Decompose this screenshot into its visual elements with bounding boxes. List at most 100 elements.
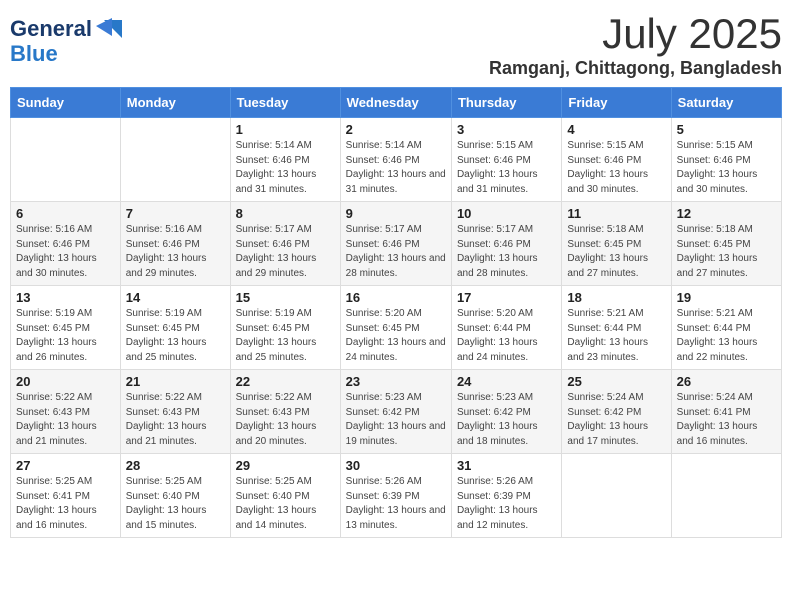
day-info: Sunrise: 5:19 AM Sunset: 6:45 PM Dayligh… — [236, 307, 335, 365]
day-number: 24 — [457, 374, 556, 389]
calendar-table: SundayMondayTuesdayWednesdayThursdayFrid… — [10, 87, 782, 538]
day-number: 31 — [457, 458, 556, 473]
calendar-cell: 12 Sunrise: 5:18 AM Sunset: 6:45 PM Dayli… — [671, 202, 781, 286]
weekday-header-tuesday: Tuesday — [230, 88, 340, 118]
calendar-cell: 17Sunrise: 5:20 AM Sunset: 6:44 PM Dayli… — [451, 286, 561, 370]
day-number: 5 — [677, 122, 776, 137]
month-title: July 2025 — [489, 10, 782, 58]
day-info: Sunrise: 5:15 AM Sunset: 6:46 PM Dayligh… — [567, 139, 665, 197]
logo-text-blue: Blue — [10, 41, 58, 66]
day-number: 7 — [126, 206, 225, 221]
day-number: 6 — [16, 206, 115, 221]
calendar-cell: 2Sunrise: 5:14 AM Sunset: 6:46 PM Daylig… — [340, 118, 451, 202]
location-title: Ramganj, Chittagong, Bangladesh — [489, 58, 782, 79]
day-number: 28 — [126, 458, 225, 473]
day-number: 15 — [236, 290, 335, 305]
week-row-1: 1 Sunrise: 5:14 AM Sunset: 6:46 PM Daylig… — [11, 118, 782, 202]
calendar-cell: 31Sunrise: 5:26 AM Sunset: 6:39 PM Dayli… — [451, 454, 561, 538]
day-info: Sunrise: 5:14 AM Sunset: 6:46 PM Dayligh… — [236, 139, 335, 197]
day-number: 12 — [677, 206, 776, 221]
day-info: Sunrise: 5:21 AM Sunset: 6:44 PM Dayligh… — [677, 307, 776, 365]
day-number: 11 — [567, 206, 665, 221]
day-number: 21 — [126, 374, 225, 389]
title-area: July 2025 Ramganj, Chittagong, Banglades… — [489, 10, 782, 79]
day-number: 18 — [567, 290, 665, 305]
day-info: Sunrise: 5:14 AM Sunset: 6:46 PM Dayligh… — [346, 139, 446, 197]
day-number: 8 — [236, 206, 335, 221]
calendar-cell: 11Sunrise: 5:18 AM Sunset: 6:45 PM Dayli… — [562, 202, 671, 286]
day-number: 13 — [16, 290, 115, 305]
calendar-cell: 22Sunrise: 5:22 AM Sunset: 6:43 PM Dayli… — [230, 370, 340, 454]
page-header: General Blue July 2025 Ramganj, Chittago… — [10, 10, 782, 79]
day-number: 25 — [567, 374, 665, 389]
day-info: Sunrise: 5:18 AM Sunset: 6:45 PM Dayligh… — [677, 223, 776, 281]
calendar-cell: 5 Sunrise: 5:15 AM Sunset: 6:46 PM Daylig… — [671, 118, 781, 202]
calendar-cell: 20 Sunrise: 5:22 AM Sunset: 6:43 PM Dayli… — [11, 370, 121, 454]
calendar-cell: 28 Sunrise: 5:25 AM Sunset: 6:40 PM Dayli… — [120, 454, 230, 538]
day-number: 10 — [457, 206, 556, 221]
day-number: 27 — [16, 458, 115, 473]
day-number: 20 — [16, 374, 115, 389]
day-number: 4 — [567, 122, 665, 137]
weekday-header-sunday: Sunday — [11, 88, 121, 118]
week-row-4: 20 Sunrise: 5:22 AM Sunset: 6:43 PM Dayli… — [11, 370, 782, 454]
calendar-cell: 26 Sunrise: 5:24 AM Sunset: 6:41 PM Dayli… — [671, 370, 781, 454]
day-info: Sunrise: 5:19 AM Sunset: 6:45 PM Dayligh… — [126, 307, 225, 365]
week-row-2: 6 Sunrise: 5:16 AM Sunset: 6:46 PM Daylig… — [11, 202, 782, 286]
calendar-cell: 16 Sunrise: 5:20 AM Sunset: 6:45 PM Dayli… — [340, 286, 451, 370]
day-info: Sunrise: 5:15 AM Sunset: 6:46 PM Dayligh… — [677, 139, 776, 197]
day-info: Sunrise: 5:15 AM Sunset: 6:46 PM Dayligh… — [457, 139, 556, 197]
calendar-cell: 27 Sunrise: 5:25 AM Sunset: 6:41 PM Dayli… — [11, 454, 121, 538]
calendar-cell: 15 Sunrise: 5:19 AM Sunset: 6:45 PM Dayli… — [230, 286, 340, 370]
calendar-cell — [671, 454, 781, 538]
calendar-cell: 29Sunrise: 5:25 AM Sunset: 6:40 PM Dayli… — [230, 454, 340, 538]
day-info: Sunrise: 5:22 AM Sunset: 6:43 PM Dayligh… — [126, 391, 225, 449]
calendar-cell: 3 Sunrise: 5:15 AM Sunset: 6:46 PM Daylig… — [451, 118, 561, 202]
day-number: 1 — [236, 122, 335, 137]
weekday-header-wednesday: Wednesday — [340, 88, 451, 118]
calendar-cell: 30Sunrise: 5:26 AM Sunset: 6:39 PM Dayli… — [340, 454, 451, 538]
calendar-cell: 8 Sunrise: 5:17 AM Sunset: 6:46 PM Daylig… — [230, 202, 340, 286]
logo-text-general: General — [10, 17, 92, 41]
day-info: Sunrise: 5:17 AM Sunset: 6:46 PM Dayligh… — [457, 223, 556, 281]
calendar-cell: 7 Sunrise: 5:16 AM Sunset: 6:46 PM Daylig… — [120, 202, 230, 286]
day-number: 9 — [346, 206, 446, 221]
calendar-cell — [120, 118, 230, 202]
day-info: Sunrise: 5:17 AM Sunset: 6:46 PM Dayligh… — [236, 223, 335, 281]
calendar-cell: 6 Sunrise: 5:16 AM Sunset: 6:46 PM Daylig… — [11, 202, 121, 286]
week-row-5: 27 Sunrise: 5:25 AM Sunset: 6:41 PM Dayli… — [11, 454, 782, 538]
logo: General Blue — [10, 16, 124, 66]
day-info: Sunrise: 5:22 AM Sunset: 6:43 PM Dayligh… — [16, 391, 115, 449]
calendar-cell — [562, 454, 671, 538]
day-info: Sunrise: 5:20 AM Sunset: 6:45 PM Dayligh… — [346, 307, 446, 365]
calendar-cell: 25 Sunrise: 5:24 AM Sunset: 6:42 PM Dayli… — [562, 370, 671, 454]
day-number: 19 — [677, 290, 776, 305]
weekday-header-friday: Friday — [562, 88, 671, 118]
day-info: Sunrise: 5:24 AM Sunset: 6:42 PM Dayligh… — [567, 391, 665, 449]
calendar-cell: 9 Sunrise: 5:17 AM Sunset: 6:46 PM Daylig… — [340, 202, 451, 286]
calendar-cell: 14Sunrise: 5:19 AM Sunset: 6:45 PM Dayli… — [120, 286, 230, 370]
day-info: Sunrise: 5:24 AM Sunset: 6:41 PM Dayligh… — [677, 391, 776, 449]
day-info: Sunrise: 5:16 AM Sunset: 6:46 PM Dayligh… — [126, 223, 225, 281]
day-number: 22 — [236, 374, 335, 389]
day-number: 29 — [236, 458, 335, 473]
day-info: Sunrise: 5:19 AM Sunset: 6:45 PM Dayligh… — [16, 307, 115, 365]
day-info: Sunrise: 5:23 AM Sunset: 6:42 PM Dayligh… — [346, 391, 446, 449]
day-info: Sunrise: 5:16 AM Sunset: 6:46 PM Dayligh… — [16, 223, 115, 281]
day-info: Sunrise: 5:25 AM Sunset: 6:40 PM Dayligh… — [126, 475, 225, 533]
day-info: Sunrise: 5:23 AM Sunset: 6:42 PM Dayligh… — [457, 391, 556, 449]
day-number: 16 — [346, 290, 446, 305]
day-info: Sunrise: 5:20 AM Sunset: 6:44 PM Dayligh… — [457, 307, 556, 365]
calendar-cell: 1 Sunrise: 5:14 AM Sunset: 6:46 PM Daylig… — [230, 118, 340, 202]
day-number: 23 — [346, 374, 446, 389]
day-info: Sunrise: 5:17 AM Sunset: 6:46 PM Dayligh… — [346, 223, 446, 281]
calendar-cell: 13 Sunrise: 5:19 AM Sunset: 6:45 PM Dayli… — [11, 286, 121, 370]
weekday-header-row: SundayMondayTuesdayWednesdayThursdayFrid… — [11, 88, 782, 118]
day-number: 3 — [457, 122, 556, 137]
weekday-header-saturday: Saturday — [671, 88, 781, 118]
calendar-cell: 10 Sunrise: 5:17 AM Sunset: 6:46 PM Dayli… — [451, 202, 561, 286]
day-info: Sunrise: 5:21 AM Sunset: 6:44 PM Dayligh… — [567, 307, 665, 365]
day-info: Sunrise: 5:25 AM Sunset: 6:41 PM Dayligh… — [16, 475, 115, 533]
day-number: 26 — [677, 374, 776, 389]
day-number: 30 — [346, 458, 446, 473]
